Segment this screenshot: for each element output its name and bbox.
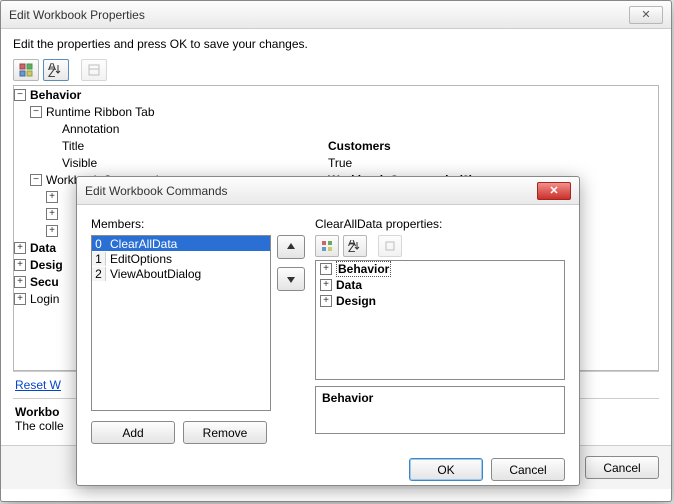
dialog-titlebar: Edit Workbook Commands ✕ bbox=[77, 177, 579, 205]
list-item[interactable]: 2ViewAboutDialog bbox=[92, 266, 270, 281]
alphabetical-button[interactable]: AZ bbox=[43, 59, 69, 81]
expand-icon[interactable]: + bbox=[14, 276, 26, 288]
members-list[interactable]: 0ClearAllData 1EditOptions 2ViewAboutDia… bbox=[91, 235, 271, 411]
reset-link[interactable]: Reset W bbox=[15, 378, 61, 392]
main-titlebar: Edit Workbook Properties ✕ bbox=[1, 1, 671, 29]
prop-title: Title bbox=[62, 139, 84, 153]
dialog-footer: OK Cancel bbox=[77, 452, 579, 493]
collapse-icon[interactable]: − bbox=[14, 89, 26, 101]
prop-design: Design bbox=[336, 294, 376, 308]
description-head: Behavior bbox=[322, 391, 373, 405]
commands-dialog: Edit Workbook Commands ✕ Members: 0Clear… bbox=[76, 176, 580, 486]
expand-icon[interactable]: + bbox=[320, 295, 332, 307]
svg-text:Z: Z bbox=[48, 66, 55, 77]
expand-icon[interactable]: + bbox=[46, 208, 58, 220]
members-label: Members: bbox=[91, 217, 305, 231]
list-item[interactable]: 1EditOptions bbox=[92, 251, 270, 266]
add-button[interactable]: Add bbox=[91, 421, 175, 444]
expand-icon[interactable]: + bbox=[46, 225, 58, 237]
categorized-button[interactable] bbox=[315, 235, 339, 257]
members-panel: Members: 0ClearAllData 1EditOptions 2Vie… bbox=[91, 217, 305, 444]
property-toolbar: AZ bbox=[13, 59, 659, 81]
main-title: Edit Workbook Properties bbox=[9, 8, 629, 22]
expand-icon[interactable]: + bbox=[320, 263, 332, 275]
alphabetical-button[interactable]: AZ bbox=[343, 235, 367, 257]
expand-icon[interactable]: + bbox=[14, 293, 26, 305]
ok-button[interactable]: OK bbox=[409, 458, 483, 481]
prop-annotation: Annotation bbox=[62, 122, 119, 136]
close-icon[interactable]: ✕ bbox=[629, 6, 663, 24]
description-box: Behavior bbox=[315, 386, 565, 434]
prop-behavior: Behavior bbox=[336, 261, 391, 277]
category-data: Data bbox=[30, 241, 56, 255]
dialog-title: Edit Workbook Commands bbox=[85, 184, 537, 198]
prop-visible: Visible bbox=[62, 156, 97, 170]
property-pages-button[interactable] bbox=[378, 235, 402, 257]
cancel-button[interactable]: Cancel bbox=[585, 456, 659, 479]
list-item[interactable]: 0ClearAllData bbox=[92, 236, 270, 251]
expand-icon[interactable]: + bbox=[14, 242, 26, 254]
prop-login: Login bbox=[30, 292, 59, 306]
prop-data: Data bbox=[336, 278, 362, 292]
expand-icon[interactable]: + bbox=[320, 279, 332, 291]
props-label: ClearAllData properties: bbox=[315, 217, 565, 231]
collapse-icon[interactable]: − bbox=[30, 174, 42, 186]
remove-button[interactable]: Remove bbox=[183, 421, 267, 444]
collapse-icon[interactable]: − bbox=[30, 106, 42, 118]
val-title[interactable]: Customers bbox=[324, 139, 658, 153]
expand-icon[interactable]: + bbox=[46, 191, 58, 203]
move-up-button[interactable] bbox=[277, 235, 305, 259]
category-security: Secu bbox=[30, 275, 59, 289]
cancel-button[interactable]: Cancel bbox=[491, 458, 565, 481]
instruction-text: Edit the properties and press OK to save… bbox=[13, 37, 659, 51]
move-down-button[interactable] bbox=[277, 267, 305, 291]
expand-icon[interactable]: + bbox=[14, 259, 26, 271]
property-grid[interactable]: + Behavior + Data + Design bbox=[315, 260, 565, 380]
category-behavior: Behavior bbox=[30, 88, 81, 102]
dialog-body: Members: 0ClearAllData 1EditOptions 2Vie… bbox=[77, 205, 579, 452]
close-icon[interactable]: ✕ bbox=[537, 182, 571, 200]
val-visible[interactable]: True bbox=[324, 156, 658, 170]
property-pages-button[interactable] bbox=[81, 59, 107, 81]
properties-panel: ClearAllData properties: AZ + Behavior + D… bbox=[315, 217, 565, 444]
svg-text:Z: Z bbox=[348, 241, 355, 252]
category-design: Desig bbox=[30, 258, 63, 272]
prop-runtime-ribbon-tab: Runtime Ribbon Tab bbox=[46, 105, 155, 119]
categorized-button[interactable] bbox=[13, 59, 39, 81]
